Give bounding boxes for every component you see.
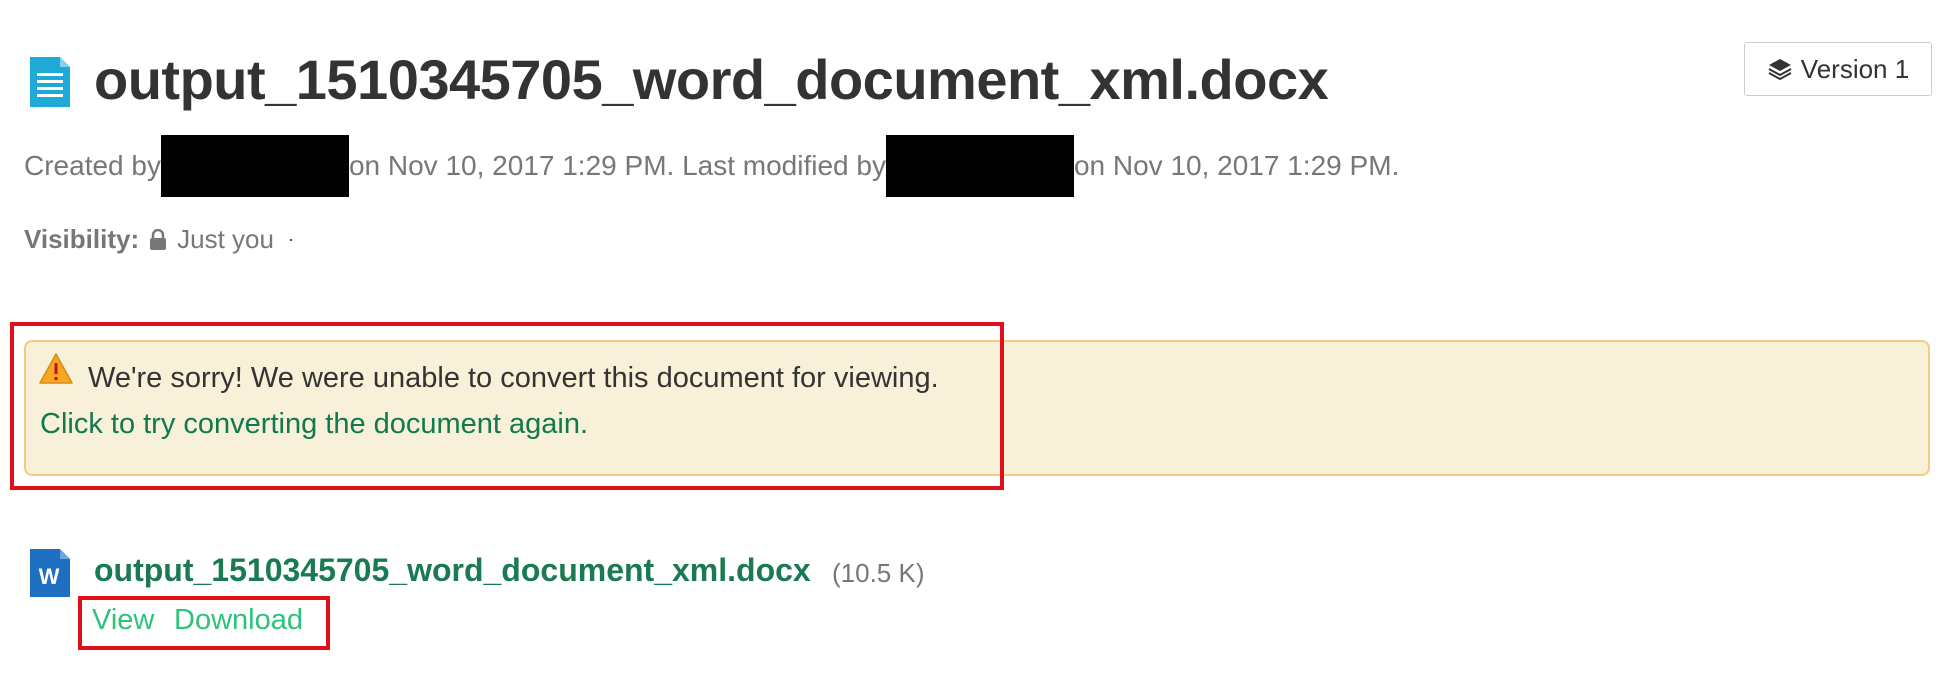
view-link[interactable]: View [92, 604, 154, 637]
word-icon-letter: W [39, 564, 60, 589]
document-meta: Created by on Nov 10, 2017 1:29 PM. Last… [24, 135, 1400, 197]
visibility-row: Visibility: Just you · [24, 224, 294, 255]
word-icon: W [30, 549, 70, 597]
attachment-size: (10.5 K) [832, 558, 925, 588]
retry-conversion-link[interactable]: Click to try converting the document aga… [40, 408, 588, 441]
download-link[interactable]: Download [174, 604, 303, 637]
layers-icon [1768, 59, 1792, 81]
lock-icon [150, 228, 167, 250]
page-title: output_1510345705_word_document_xml.docx [94, 48, 1329, 111]
document-icon [30, 57, 70, 107]
redacted-author [160, 135, 349, 197]
version-button[interactable]: Version 1 [1744, 42, 1932, 96]
visibility-value[interactable]: Just you [177, 224, 274, 255]
visibility-separator: · [287, 229, 294, 249]
created-suffix: on Nov 10, 2017 1:29 PM. Last modified b… [348, 150, 886, 181]
redacted-modifier [885, 135, 1074, 197]
modified-suffix: on Nov 10, 2017 1:29 PM. [1073, 150, 1400, 181]
version-label: Version 1 [1800, 53, 1910, 84]
created-prefix: Created by [24, 150, 161, 181]
visibility-label: Visibility: [24, 224, 140, 254]
alert-message: We're sorry! We were unable to convert t… [88, 362, 939, 394]
warning-icon [39, 353, 73, 384]
attachment-link[interactable]: output_1510345705_word_document_xml.docx [94, 552, 811, 589]
